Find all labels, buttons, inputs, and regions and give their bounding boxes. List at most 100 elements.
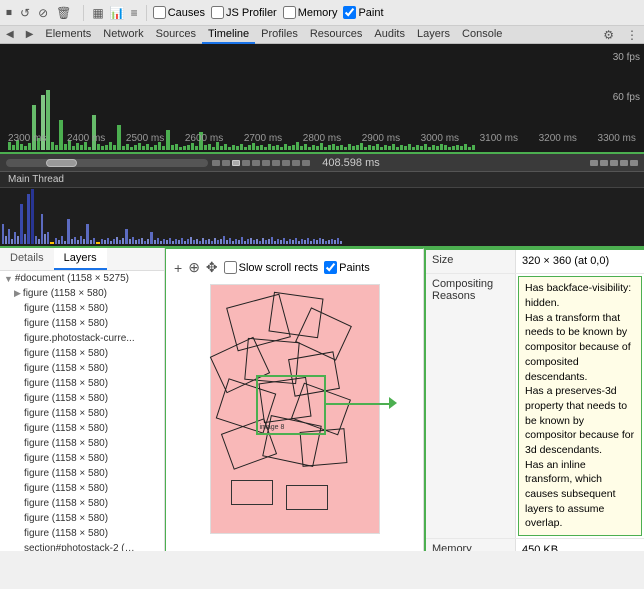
scrollbar-segment [272,160,280,166]
scrollbar-right-segment [600,160,608,166]
tree-item-1[interactable]: figure (1158 × 580) [0,301,164,316]
toolbar-reload-icon[interactable]: ↺ [18,4,32,22]
scrollbar-segment [262,160,270,166]
scrollbar-area[interactable]: 408.598 ms [0,154,644,172]
tree-item-5[interactable]: figure (1158 × 580) [0,361,164,376]
main-thread-label: Main Thread [0,172,644,188]
slow-scroll-label: Slow scroll rects [239,262,318,274]
tab-layers[interactable]: Layers [411,26,456,44]
tab-elements[interactable]: Elements [39,26,97,44]
paints-label: Paints [339,262,370,274]
tree-item-4[interactable]: figure (1158 × 580) [0,346,164,361]
toolbar-chart2-icon[interactable]: 📊 [108,4,127,22]
toolbar-stop-icon[interactable]: ⏹ [4,3,14,22]
add-layer-btn[interactable]: + [174,260,182,276]
tree-item-11[interactable]: figure (1158 × 580) [0,451,164,466]
time-2400: 2400 ms [67,133,105,144]
toolbar-chart3-icon[interactable]: ≡ [129,4,140,22]
tree-item-15[interactable]: figure (1158 × 580) [0,511,164,526]
green-arrow [326,403,391,405]
move-btn[interactable]: ✥ [206,259,218,276]
green-arrowhead [389,397,397,409]
paint-check[interactable]: Paint [343,6,383,19]
toolbar-trash-icon[interactable]: 🗑 [54,4,73,22]
tree-item-9[interactable]: figure (1158 × 580) [0,421,164,436]
fps-60-label: 60 fps [613,92,640,103]
slow-scroll-check[interactable]: Slow scroll rects [224,261,318,274]
scrollbar-track[interactable] [6,159,208,167]
tab-audits[interactable]: Audits [368,26,411,44]
js-profiler-check[interactable]: JS Profiler [211,6,277,19]
tab-layers[interactable]: Layers [54,248,107,270]
tree-item-14[interactable]: figure (1158 × 580) [0,496,164,511]
tree-label-16: figure (1158 × 580) [24,528,108,539]
layer-rect-selected: image 8 [256,375,326,435]
tree-label-8: figure (1158 × 580) [24,408,108,419]
tree-label-2: figure (1158 × 580) [24,318,108,329]
tree-label-10: figure (1158 × 580) [24,438,108,449]
tree-arrow-0: ▶ [14,288,21,299]
tab-sources[interactable]: Sources [150,26,202,44]
settings-icon[interactable]: ⚙ [597,28,620,42]
scrollbar-time-display: 408.598 ms [322,157,379,169]
tree-item-2[interactable]: figure (1158 × 580) [0,316,164,331]
tree-item-8[interactable]: figure (1158 × 580) [0,406,164,421]
tab-profiles[interactable]: Profiles [255,26,304,44]
tab-timeline[interactable]: Timeline [202,26,255,44]
time-3300: 3300 ms [598,133,636,144]
scrollbar-right-segment [590,160,598,166]
tree-label-13: figure (1158 × 580) [24,483,108,494]
tab-details[interactable]: Details [0,248,54,270]
nav-arrow-left[interactable]: ◀ [0,29,20,40]
canvas-toolbar: + ⊕ ✥ Slow scroll rects Paints [174,257,415,278]
layer-rect-bottom-2 [286,485,328,510]
timeline-area: 30 fps 60 fps [0,44,644,154]
info-memory-row: Memory estimate 450 KB [426,539,644,551]
tree-item-0[interactable]: ▶ figure (1158 × 580) [0,286,164,301]
memory-check[interactable]: Memory [283,6,338,19]
paints-check[interactable]: Paints [324,261,370,274]
tree-item-6[interactable]: figure (1158 × 580) [0,376,164,391]
tab-network[interactable]: Network [97,26,149,44]
time-3200: 3200 ms [539,133,577,144]
layer-rect-bottom-1 [231,480,273,505]
tree-item-13[interactable]: figure (1158 × 580) [0,481,164,496]
pan-btn[interactable]: ⊕ [188,259,200,276]
causes-checkbox[interactable] [153,6,166,19]
tree-label-17: section#photostack-2 (… [24,543,135,551]
toolbar-checkboxes: Causes JS Profiler Memory Paint [153,6,384,19]
tree-item-3[interactable]: figure.photostack-curre... [0,331,164,346]
js-profiler-checkbox[interactable] [211,6,224,19]
scrollbar-segment [242,160,250,166]
tree-item-16[interactable]: figure (1158 × 580) [0,526,164,541]
tree-item-document[interactable]: ▼ #document (1158 × 5275) [0,271,164,286]
tree-item-10[interactable]: figure (1158 × 580) [0,436,164,451]
memory-checkbox[interactable] [283,6,296,19]
tree-label-7: figure (1158 × 580) [24,393,108,404]
panel-tabs: Details Layers [0,248,164,271]
tree-panel: Details Layers ▼ #document (1158 × 5275)… [0,248,165,551]
tab-console[interactable]: Console [456,26,508,44]
tree-item-12[interactable]: figure (1158 × 580) [0,466,164,481]
scrollbar-thumb[interactable] [46,159,76,167]
paint-checkbox[interactable] [343,6,356,19]
toolbar-filter-icon[interactable]: ⊘ [36,4,50,22]
more-icon[interactable]: ⋮ [620,28,644,42]
nav-arrow-right[interactable]: ▶ [20,29,40,40]
thread-timeline [0,188,644,248]
tab-resources[interactable]: Resources [304,26,369,44]
tree-label-document: #document (1158 × 5275) [15,273,129,284]
tree-item-7[interactable]: figure (1158 × 580) [0,391,164,406]
tree-list: ▼ #document (1158 × 5275) ▶ figure (1158… [0,271,164,551]
time-2500: 2500 ms [126,133,164,144]
tree-label-3: figure.photostack-curre... [24,333,135,344]
tree-label-15: figure (1158 × 580) [24,513,108,524]
scrollbar-right-segment [630,160,638,166]
toolbar-chart1-icon[interactable]: ▦ [90,4,105,22]
causes-check[interactable]: Causes [153,6,205,19]
slow-scroll-checkbox[interactable] [224,261,237,274]
tree-item-17[interactable]: section#photostack-2 (… [0,541,164,551]
time-axis: 2300 ms 2400 ms 2500 ms 2600 ms 2700 ms … [0,133,644,144]
info-compositing-value: Has backface-visibility: hidden. Has a t… [518,276,642,536]
paints-checkbox[interactable] [324,261,337,274]
